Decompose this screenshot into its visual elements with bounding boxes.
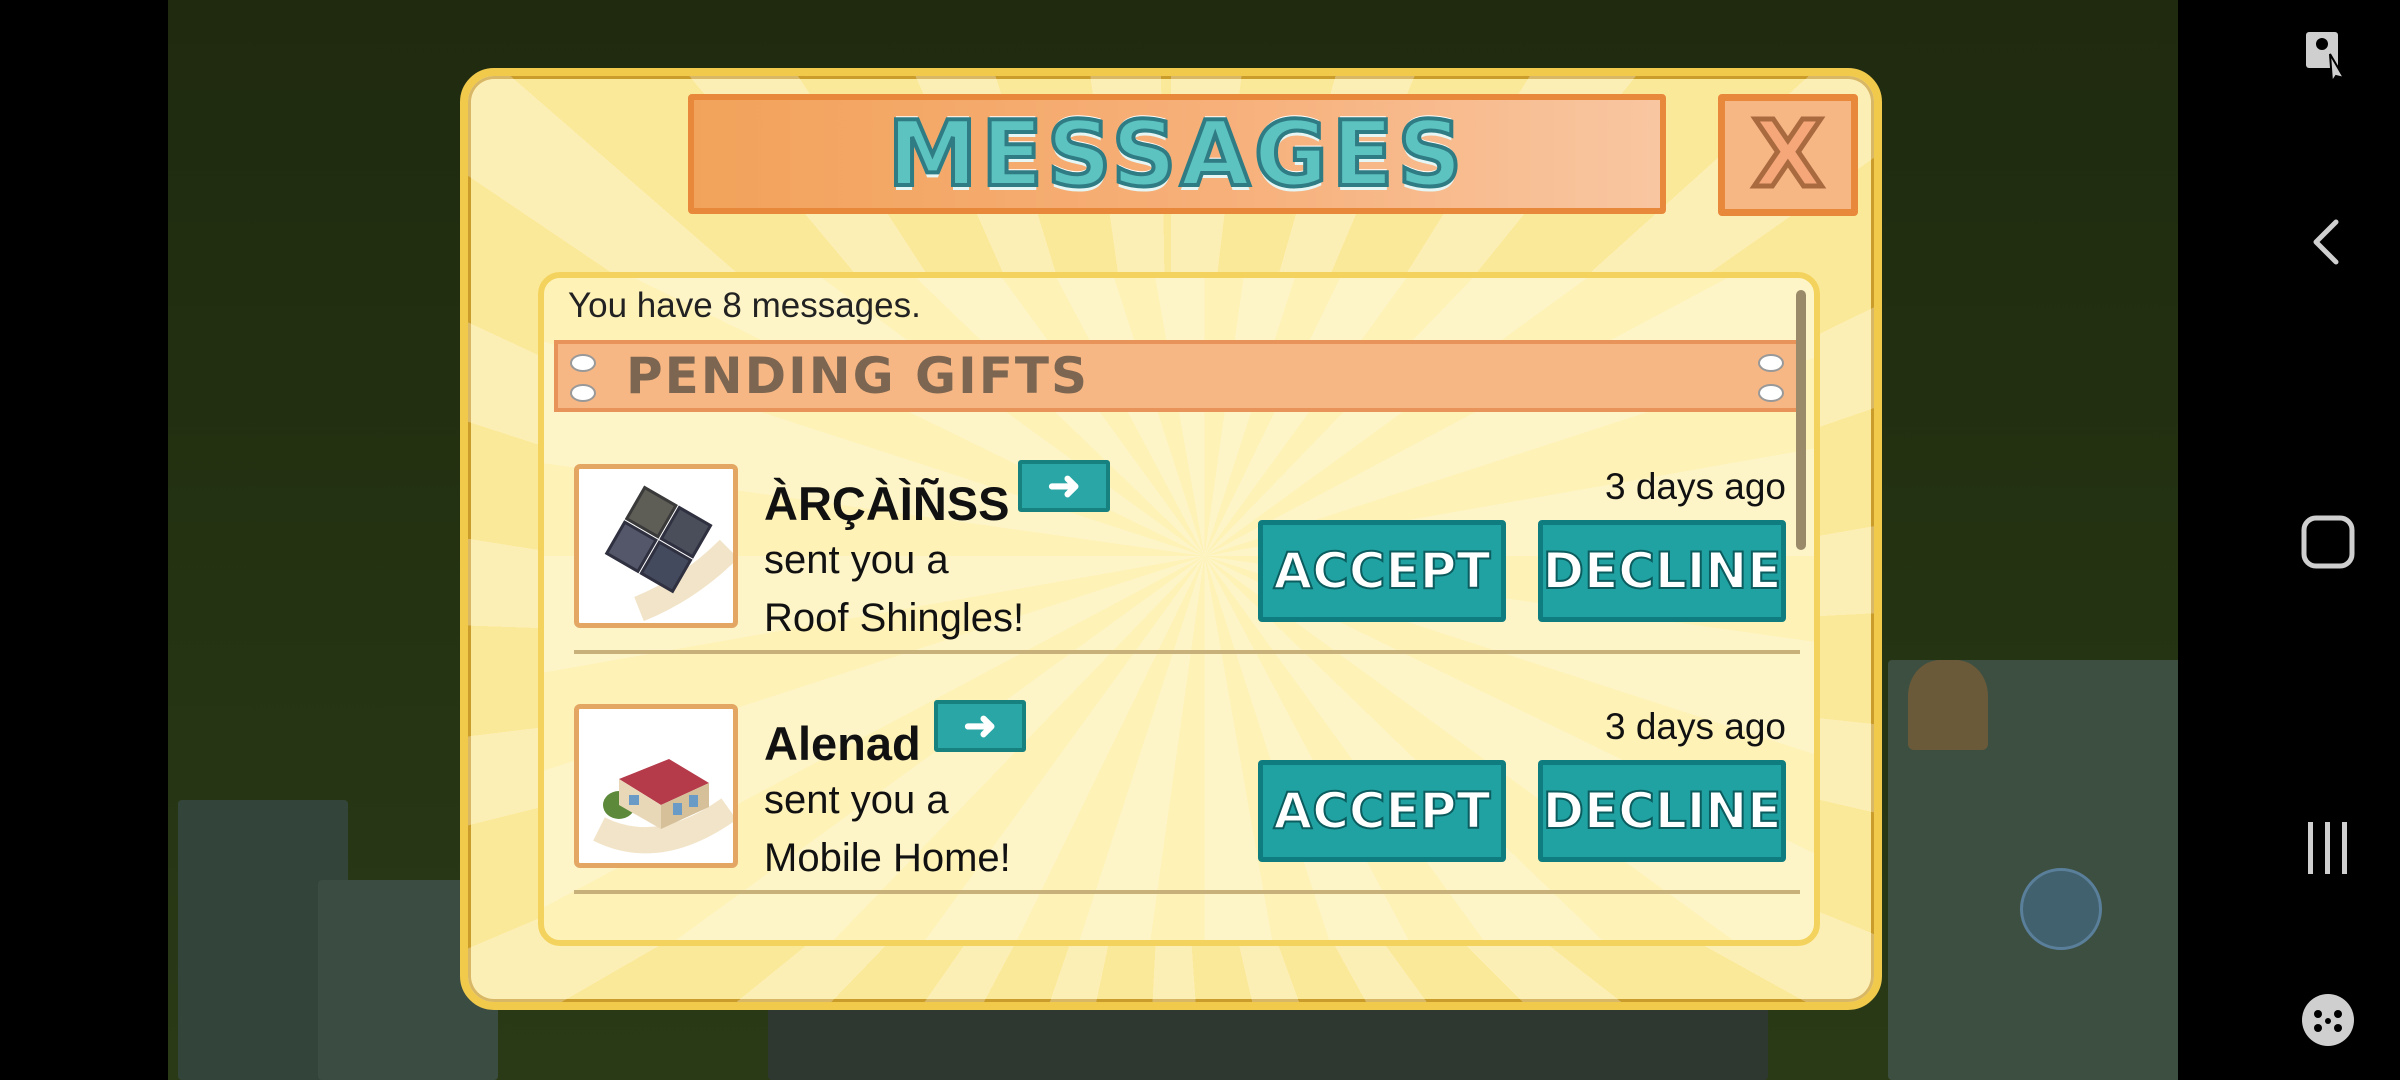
decline-button[interactable]: DECLINE — [1538, 760, 1786, 862]
water-tower — [1908, 660, 1988, 750]
dialog-title: MESSAGES — [886, 100, 1467, 209]
map-pin[interactable] — [2020, 868, 2102, 950]
rivet-icon — [570, 354, 596, 372]
gift-message-line: sent you a — [764, 538, 949, 582]
rivet-icon — [1758, 384, 1784, 402]
home-icon[interactable] — [2300, 514, 2356, 570]
close-button[interactable]: X — [1718, 94, 1858, 216]
gift-row: Alenad ➜ sent you a Mobile Home! 3 days … — [574, 696, 1800, 934]
messages-dialog: MESSAGES X You have 8 messages. PENDING … — [460, 68, 1882, 1010]
visit-sender-button[interactable]: ➜ — [934, 700, 1026, 752]
visit-sender-button[interactable]: ➜ — [1018, 460, 1110, 512]
gift-timestamp: 3 days ago — [1604, 706, 1786, 747]
gift-timestamp: 3 days ago — [1604, 466, 1786, 507]
close-icon: X — [1750, 101, 1826, 208]
screenshot-touch-icon[interactable] — [2300, 28, 2356, 84]
roof-shingles-icon — [574, 464, 738, 628]
pending-gifts-header: PENDING GIFTS — [554, 340, 1800, 412]
gift-name: Roof Shingles! — [764, 596, 1025, 640]
rivet-icon — [570, 384, 596, 402]
row-divider — [574, 890, 1800, 894]
game-launcher-icon[interactable] — [2300, 992, 2356, 1048]
gift-name: Mobile Home! — [764, 836, 1011, 880]
recents-icon[interactable] — [2300, 820, 2356, 876]
message-count: You have 8 messages. — [568, 286, 921, 325]
gift-row: ÀRÇÀÌÑSS ➜ sent you a Roof Shingles! 3 d… — [574, 456, 1800, 694]
sender-name: Alenad — [764, 717, 921, 770]
messages-panel[interactable]: You have 8 messages. PENDING GIFTS ÀRÇÀÌ… — [538, 272, 1820, 946]
accept-button[interactable]: ACCEPT — [1258, 520, 1506, 622]
rivet-icon — [1758, 354, 1784, 372]
row-divider — [574, 650, 1800, 654]
back-icon[interactable] — [2300, 214, 2356, 270]
gift-message-line: sent you a — [764, 778, 949, 822]
mobile-home-icon — [574, 704, 738, 868]
accept-button[interactable]: ACCEPT — [1258, 760, 1506, 862]
decline-button[interactable]: DECLINE — [1538, 520, 1786, 622]
navigation-bar — [2178, 0, 2400, 1080]
sender-name: ÀRÇÀÌÑSS — [764, 477, 1010, 530]
title-banner: MESSAGES — [688, 94, 1666, 214]
pending-gifts-title: PENDING GIFTS — [626, 347, 1089, 405]
